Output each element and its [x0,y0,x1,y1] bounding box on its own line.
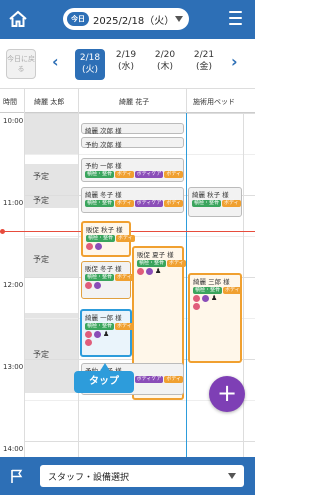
time-label: 10:00 [3,117,24,125]
day-tab-3[interactable]: 2/21 (金) [189,49,219,73]
tap-hint-pointer [100,363,110,371]
booking-card[interactable]: 綺麗 冬子 様 積極・整骨 ボディ ボディケア ボディ [81,187,184,213]
day-tab-1[interactable]: 2/19 (水) [111,49,141,73]
chevron-down-icon [228,473,236,479]
booking-card[interactable]: 綺麗 三郎 様 積極・整骨 ボディ ♟ [188,273,242,363]
chevron-left-icon[interactable]: ‹ [52,52,59,71]
date-selector[interactable]: 今日 2025/2/18（火） [63,8,189,30]
schedule-label: 予定 [33,196,49,205]
chevron-right-icon[interactable]: › [231,52,238,71]
time-column-header: 時間 [3,98,17,106]
schedule-label: 予定 [33,172,49,181]
booking-card[interactable]: 販促 冬子 様 積極・整骨 ボディ [81,261,134,299]
flag-icon[interactable] [9,468,25,484]
time-label: 11:00 [3,199,24,207]
booking-card[interactable]: 予約 次郎 様 [81,137,184,149]
home-icon[interactable] [8,9,28,29]
tap-hint-label: タップ [74,371,134,393]
top-bar: 今日 2025/2/18（火） [0,0,255,39]
back-to-today-button[interactable]: 今日に戻る [6,49,36,79]
time-label: 14:00 [3,445,24,453]
staff-column-header-1: 綺麗 太郎 [34,98,65,106]
bed-column-header: 施術用ベッド [193,98,235,106]
staff-column-header-2: 綺麗 花子 [119,98,150,106]
unavailable-block [25,113,78,155]
staff-equipment-select[interactable]: スタッフ・設備選択 [40,465,244,487]
hamburger-menu-icon[interactable] [229,11,242,25]
booking-card[interactable]: 綺麗 秋子 様 積極・整骨 ボディ [188,187,242,217]
chevron-down-icon [175,16,183,22]
time-label: 12:00 [3,281,24,289]
booking-card[interactable]: 販促 秋子 様 積極・整骨 ボディ [81,221,135,257]
booking-card-selected[interactable]: 綺麗 一郎 様 積極・整骨 ボディ ♟ [80,309,134,357]
booking-card[interactable]: 予約 一郎 様 積極・整骨 ボディ ボディケア ボディ [81,158,184,182]
schedule-label: 予定 [33,255,49,264]
bottom-bar: スタッフ・設備選択 [0,457,255,495]
day-tab-0[interactable]: 2/18 (火) [75,49,105,80]
time-label: 13:00 [3,363,24,371]
booking-card[interactable]: 綺麗 次郎 様 [81,123,184,135]
today-badge: 今日 [67,12,89,26]
column-header: 時間 綺麗 太郎 綺麗 花子 施術用ベッド [0,89,255,113]
add-booking-button[interactable]: + [209,376,245,412]
day-tab-2[interactable]: 2/20 (木) [150,49,180,73]
current-date: 2025/2/18（火） [93,15,175,27]
day-selector-bar: 今日に戻る ‹ 2/18 (火) 2/19 (水) 2/20 (木) 2/21 … [0,39,255,89]
